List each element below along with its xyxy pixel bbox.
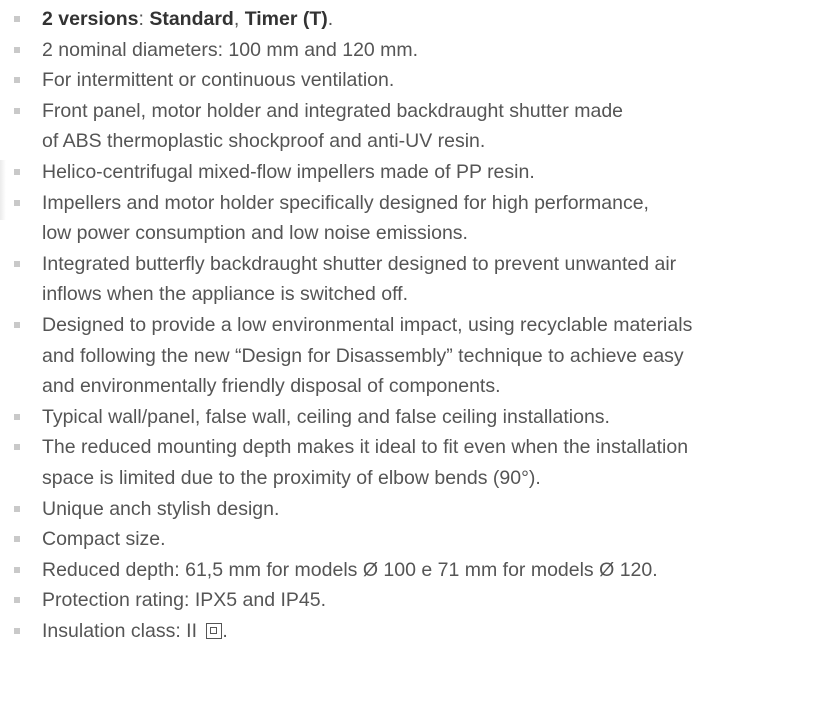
list-item-line: and environmentally friendly disposal of… — [42, 375, 501, 398]
bullet-icon — [14, 107, 20, 114]
list-item-text: Unique anch stylish design. — [42, 497, 280, 520]
double-insulation-icon — [206, 622, 223, 639]
list-item-line: of ABS thermoplastic shockproof and anti… — [42, 130, 486, 153]
list-item: Unique anch stylish design. — [14, 494, 829, 525]
list-item-text: Reduced depth: 61,5 mm for models Ø 100 … — [42, 558, 658, 581]
list-item-line: inflows when the appliance is switched o… — [42, 283, 409, 306]
list-item-text: Helico-centrifugal mixed-flow impellers … — [42, 160, 535, 183]
list-item: Reduced depth: 61,5 mm for models Ø 100 … — [14, 555, 829, 586]
bullet-icon — [14, 199, 20, 206]
list-item-text: 2 nominal diameters: 100 mm and 120 mm. — [42, 38, 419, 61]
list-item-line: Impellers and motor holder specifically … — [42, 191, 649, 214]
list-item: For intermittent or continuous ventilati… — [14, 65, 829, 96]
list-item: Impellers and motor holder specifically … — [14, 188, 829, 249]
bullet-icon — [14, 597, 20, 604]
list-item: Integrated butterfly backdraught shutter… — [14, 249, 829, 310]
list-item: The reduced mounting depth makes it idea… — [14, 432, 829, 493]
feature-list: 2 versions: Standard, Timer (T). 2 nomin… — [14, 4, 829, 646]
list-item-text: For intermittent or continuous ventilati… — [42, 69, 395, 92]
list-item: Protection rating: IPX5 and IP45. — [14, 585, 829, 616]
bullet-icon — [14, 536, 20, 543]
list-item: Front panel, motor holder and integrated… — [14, 96, 829, 157]
bullet-icon — [14, 46, 20, 53]
item-end: . — [327, 8, 334, 30]
list-item-line: Front panel, motor holder and integrated… — [42, 99, 624, 122]
version-standard: Standard — [149, 8, 234, 30]
item-end: . — [222, 619, 228, 642]
version-timer: Timer (T) — [244, 8, 328, 30]
list-item: 2 nominal diameters: 100 mm and 120 mm. — [14, 35, 829, 66]
bullet-icon — [14, 16, 20, 22]
list-item-text: Typical wall/panel, false wall, ceiling … — [42, 405, 610, 428]
list-item: Designed to provide a low environmental … — [14, 310, 829, 402]
list-item: Compact size. — [14, 524, 829, 555]
list-item-line: and following the new “Design for Disass… — [42, 344, 684, 367]
bullet-icon — [14, 627, 20, 634]
bullet-icon — [14, 444, 20, 451]
list-item-line: Integrated butterfly backdraught shutter… — [42, 252, 677, 275]
bullet-icon — [14, 77, 20, 84]
bullet-icon — [14, 321, 20, 328]
list-item: Insulation class: II . — [14, 616, 829, 647]
bullet-icon — [14, 260, 20, 267]
versions-label: 2 versions — [42, 8, 139, 30]
bullet-icon — [14, 413, 20, 420]
separator: : — [138, 8, 150, 30]
list-item-text: Insulation class: II — [42, 619, 203, 642]
list-item-text: Protection rating: IPX5 and IP45. — [42, 589, 327, 612]
list-item-line: The reduced mounting depth makes it idea… — [42, 436, 689, 459]
list-item-text: Compact size. — [42, 528, 166, 551]
bullet-icon — [14, 505, 20, 512]
list-item: Typical wall/panel, false wall, ceiling … — [14, 402, 829, 433]
bullet-icon — [14, 168, 20, 175]
list-item-line: Designed to provide a low environmental … — [42, 313, 693, 336]
list-item: 2 versions: Standard, Timer (T). — [14, 4, 829, 35]
list-item-line: low power consumption and low noise emis… — [42, 222, 468, 245]
separator: , — [233, 8, 245, 30]
list-item: Helico-centrifugal mixed-flow impellers … — [14, 157, 829, 188]
left-edge-shadow — [0, 160, 6, 220]
list-item-line: space is limited due to the proximity of… — [42, 466, 541, 489]
bullet-icon — [14, 566, 20, 573]
